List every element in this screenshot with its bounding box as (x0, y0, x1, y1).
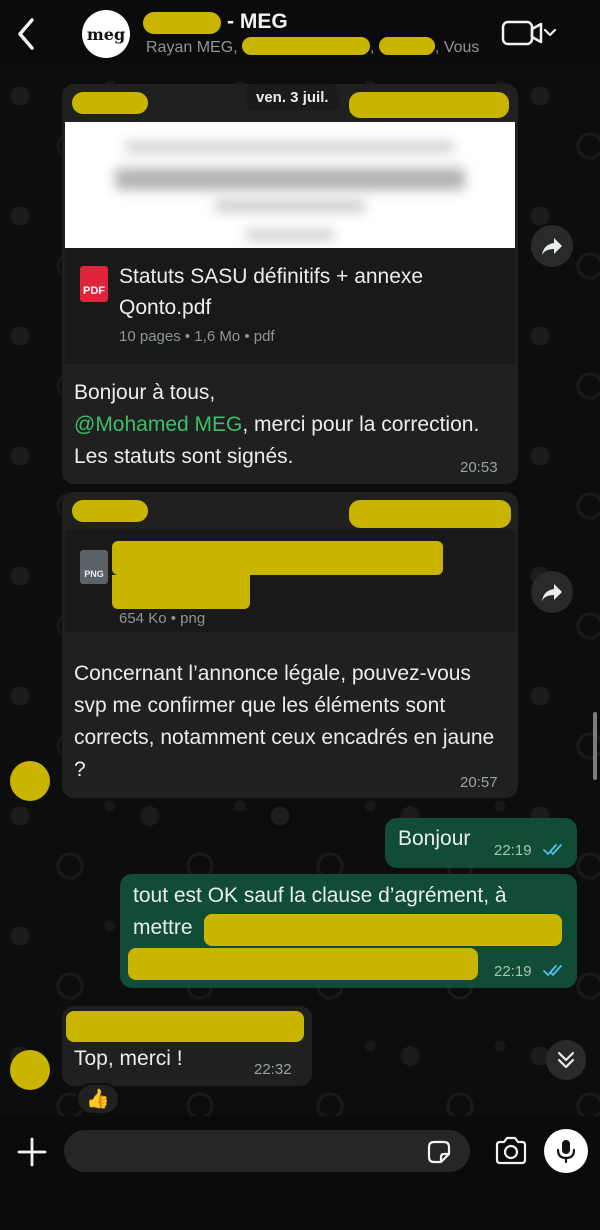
camera-icon (495, 1136, 527, 1165)
redacted-text (128, 948, 478, 980)
redacted-sender-name (72, 500, 148, 522)
video-call-icon (501, 20, 557, 46)
camera-button[interactable] (494, 1136, 528, 1166)
microphone-icon (556, 1140, 576, 1164)
sender-avatar[interactable] (10, 761, 50, 801)
back-button[interactable] (10, 14, 44, 54)
attach-button[interactable] (14, 1134, 50, 1170)
scroll-to-bottom-button[interactable] (546, 1040, 586, 1080)
message-time: 22:19 (494, 963, 532, 980)
chat-header: meg - MEG Rayan MEG, , , Vous (0, 0, 600, 66)
mention-link[interactable]: @Mohamed MEG (74, 413, 242, 436)
redacted-filename (112, 575, 250, 609)
greeting-text: Bonjour à tous, (74, 381, 216, 404)
redacted-sender-phone (349, 500, 511, 528)
forward-icon (542, 238, 562, 255)
document-preview[interactable] (65, 122, 515, 248)
message-time: 20:53 (460, 459, 498, 476)
png-file-icon: PNG (80, 550, 108, 584)
scrollbar[interactable] (593, 712, 597, 780)
message-time: 22:19 (494, 842, 532, 859)
forward-button[interactable] (531, 225, 573, 267)
message-text: Concernant l’annonce légale, pouvez-vous… (74, 662, 495, 781)
blurred-text (125, 142, 455, 152)
back-arrow-icon (18, 18, 34, 50)
redacted-filename (112, 541, 443, 575)
sender-avatar[interactable] (10, 1050, 50, 1090)
reaction-badge[interactable]: 👍 (76, 1083, 120, 1115)
sticker-button[interactable] (426, 1139, 452, 1165)
message-text: Bonjour à tous, @Mohamed MEG, merci pour… (74, 377, 504, 473)
plus-icon (17, 1137, 47, 1167)
compose-bar (0, 1116, 600, 1230)
file-type-label: PNG (84, 569, 104, 579)
redacted-sender-name (72, 92, 148, 114)
blurred-text (215, 200, 365, 212)
forward-button[interactable] (531, 571, 573, 613)
video-call-button[interactable] (500, 18, 560, 48)
forward-icon (542, 584, 562, 601)
date-separator: ven. 3 juil. (245, 84, 340, 110)
thumbs-up-icon: 👍 (86, 1089, 110, 1110)
group-avatar[interactable]: meg (82, 10, 130, 58)
sticker-icon (427, 1140, 451, 1164)
redacted-block (143, 12, 221, 34)
scroll-down-icon (557, 1051, 575, 1069)
voice-message-button[interactable] (544, 1129, 588, 1173)
participant-name: Vous (443, 39, 480, 56)
pdf-file-icon: PDF (80, 266, 108, 302)
redacted-sender-phone (349, 92, 509, 118)
message-time: 22:32 (254, 1061, 292, 1078)
chat-title[interactable]: - MEG (227, 10, 288, 34)
participant-name: Rayan MEG (146, 39, 234, 56)
blurred-text (245, 230, 335, 240)
redacted-sender-name (66, 1011, 304, 1042)
redacted-block (378, 37, 435, 55)
document-meta: 654 Ko • png (119, 610, 206, 627)
document-title: Statuts SASU définitifs + annexe Qonto.p… (119, 265, 424, 319)
avatar-text: meg (86, 24, 126, 44)
message-text: Bonjour (398, 827, 471, 850)
message-input[interactable] (64, 1130, 470, 1172)
read-ticks-icon (543, 965, 562, 977)
read-ticks-icon (543, 844, 562, 856)
message-text: Top, merci ! (74, 1047, 183, 1070)
file-type-label: PDF (83, 285, 105, 297)
redacted-block (242, 37, 371, 55)
redacted-text (204, 914, 562, 946)
participants-list[interactable]: Rayan MEG, , , Vous (146, 37, 479, 57)
document-meta: 10 pages • 1,6 Mo • pdf (119, 328, 275, 345)
message-time: 20:57 (460, 774, 498, 791)
blurred-text (115, 168, 465, 190)
